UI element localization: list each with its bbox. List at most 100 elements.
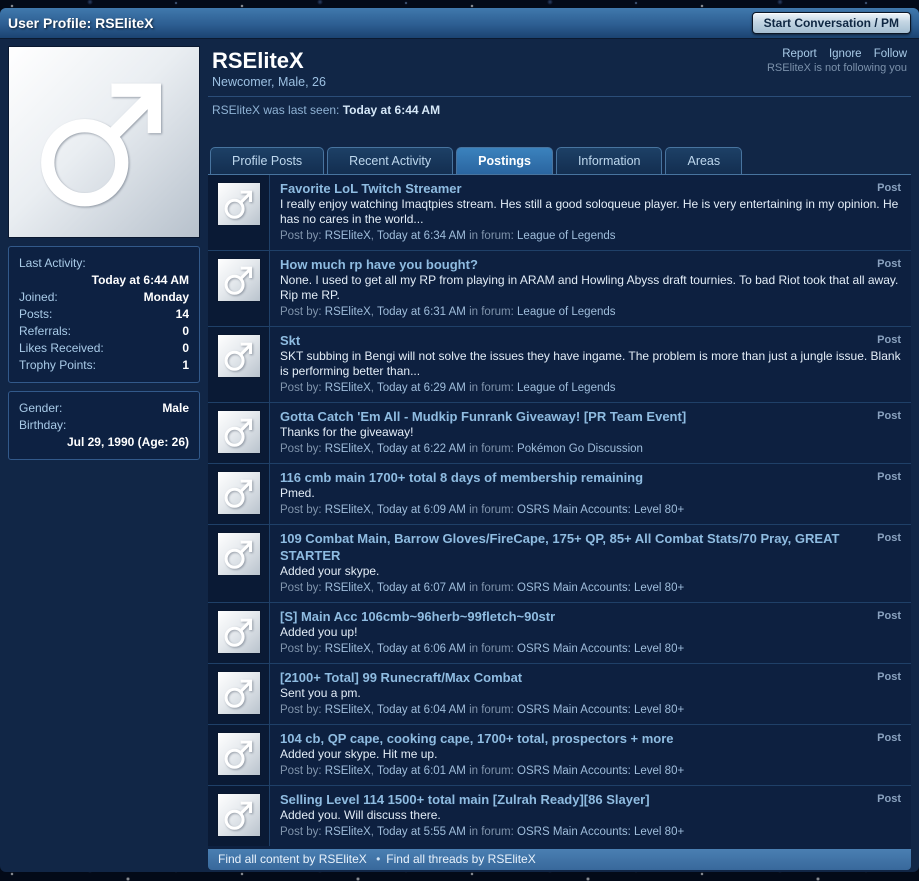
post-body-snippet: SKT subbing in Bengi will not solve the … — [280, 349, 901, 378]
post-title-link[interactable]: 109 Combat Main, Barrow Gloves/FireCape,… — [280, 530, 901, 564]
post-forum-link[interactable]: OSRS Main Accounts: Level 80+ — [517, 826, 684, 838]
profile-action-link[interactable]: Report — [782, 48, 817, 60]
footer-link[interactable]: Find all threads by RSEliteX — [386, 852, 535, 866]
post-time-link[interactable]: Today at 6:07 AM — [377, 582, 466, 594]
footer-item: • Find all threads by RSEliteX — [370, 852, 536, 866]
post-title-link[interactable]: Favorite LoL Twitch Streamer — [280, 180, 901, 197]
post-type-badge: Post — [877, 732, 901, 744]
post-title-link[interactable]: [S] Main Acc 106cmb~96herb~99fletch~90st… — [280, 608, 901, 625]
post-title-link[interactable]: Selling Level 114 1500+ total main [Zulr… — [280, 791, 901, 808]
start-conversation-button[interactable]: Start Conversation / PM — [751, 12, 911, 34]
post-forum-link[interactable]: OSRS Main Accounts: Level 80+ — [517, 504, 684, 516]
post-author-link[interactable]: RSEliteX — [325, 582, 371, 594]
post-author-link[interactable]: RSEliteX — [325, 230, 371, 242]
post-author-avatar[interactable] — [217, 793, 261, 837]
post-meta-prefix: Post by: — [280, 230, 322, 242]
post-type-badge: Post — [877, 258, 901, 270]
post-forum-link[interactable]: League of Legends — [517, 382, 615, 394]
post-row: Post 109 Combat Main, Barrow Gloves/Fire… — [208, 524, 911, 602]
post-time-link[interactable]: Today at 6:04 AM — [377, 704, 466, 716]
post-forum-link[interactable]: League of Legends — [517, 230, 615, 242]
tab[interactable]: Areas — [665, 147, 743, 174]
post-meta-prefix: Post by: — [280, 582, 322, 594]
post-content: Post Gotta Catch 'Em All - Mudkip Funran… — [270, 403, 911, 463]
post-author-link[interactable]: RSEliteX — [325, 382, 371, 394]
post-author-link[interactable]: RSEliteX — [325, 504, 371, 516]
post-author-link[interactable]: RSEliteX — [325, 826, 371, 838]
stat-label: Posts: — [19, 307, 53, 321]
post-meta-line: Post by: RSEliteX, Today at 6:31 AM in f… — [280, 305, 901, 320]
profile-sidebar: Last Activity: Today at 6:44 AM Joined: … — [8, 46, 200, 870]
stat-value: Monday — [143, 290, 189, 304]
post-row: Post [S] Main Acc 106cmb~96herb~99fletch… — [208, 602, 911, 663]
last-activity-value: Today at 6:44 AM — [91, 273, 189, 287]
post-meta-prefix: Post by: — [280, 826, 322, 838]
post-time-link[interactable]: Today at 6:09 AM — [377, 504, 466, 516]
post-forum-label: in forum: — [469, 582, 514, 594]
tab[interactable]: Profile Posts — [210, 147, 325, 174]
male-gender-icon — [222, 676, 256, 710]
post-title-link[interactable]: How much rp have you bought? — [280, 256, 901, 273]
male-gender-icon — [30, 68, 178, 216]
post-title-link[interactable]: [2100+ Total] 99 Runecraft/Max Combat — [280, 669, 901, 686]
post-forum-link[interactable]: OSRS Main Accounts: Level 80+ — [517, 582, 684, 594]
stat-value: 0 — [182, 341, 189, 355]
post-body-snippet: Added you. Will discuss there. — [280, 808, 441, 822]
post-time-link[interactable]: Today at 5:55 AM — [377, 826, 466, 838]
profile-action-link[interactable]: Ignore — [829, 48, 862, 60]
profile-avatar[interactable] — [8, 46, 200, 238]
post-author-avatar[interactable] — [217, 732, 261, 776]
post-title-link[interactable]: 116 cmb main 1700+ total 8 days of membe… — [280, 469, 901, 486]
post-forum-link[interactable]: OSRS Main Accounts: Level 80+ — [517, 643, 684, 655]
post-time-link[interactable]: Today at 6:31 AM — [377, 306, 466, 318]
post-row: Post 116 cmb main 1700+ total 8 days of … — [208, 463, 911, 524]
post-forum-link[interactable]: League of Legends — [517, 306, 615, 318]
tab[interactable]: Postings — [456, 147, 553, 174]
tab[interactable]: Information — [555, 147, 663, 174]
post-author-avatar[interactable] — [217, 610, 261, 654]
post-title-link[interactable]: Skt — [280, 332, 901, 349]
post-forum-label: in forum: — [469, 443, 514, 455]
following-note: RSEliteX is not following you — [766, 62, 907, 74]
male-gender-icon — [222, 187, 256, 221]
post-body-snippet: I really enjoy watching Imaqtpies stream… — [280, 197, 899, 226]
post-author-link[interactable]: RSEliteX — [325, 765, 371, 777]
post-author-avatar[interactable] — [217, 532, 261, 576]
post-body-snippet: Pmed. — [280, 486, 315, 500]
footer-link[interactable]: Find all content by RSEliteX — [218, 852, 367, 866]
post-title-link[interactable]: Gotta Catch 'Em All - Mudkip Funrank Giv… — [280, 408, 901, 425]
last-seen-value[interactable]: Today at 6:44 AM — [343, 103, 440, 117]
post-author-link[interactable]: RSEliteX — [325, 704, 371, 716]
post-forum-link[interactable]: OSRS Main Accounts: Level 80+ — [517, 765, 684, 777]
meta-comma: , — [370, 643, 374, 655]
male-gender-icon — [222, 415, 256, 449]
post-author-link[interactable]: RSEliteX — [325, 443, 371, 455]
profile-action-link[interactable]: Follow — [874, 48, 907, 60]
footer-separator: • — [376, 852, 381, 866]
last-seen-bar: RSEliteX was last seen: Today at 6:44 AM — [208, 96, 911, 117]
post-meta-prefix: Post by: — [280, 765, 322, 777]
post-time-link[interactable]: Today at 6:34 AM — [377, 230, 466, 242]
post-author-link[interactable]: RSEliteX — [325, 643, 371, 655]
stat-row: Likes Received: 0 — [19, 340, 189, 357]
post-content: Post Selling Level 114 1500+ total main … — [270, 786, 911, 846]
post-title-link[interactable]: 104 cb, QP cape, cooking cape, 1700+ tot… — [280, 730, 901, 747]
post-author-avatar[interactable] — [217, 258, 261, 302]
post-author-avatar[interactable] — [217, 334, 261, 378]
post-row: Post [2100+ Total] 99 Runecraft/Max Comb… — [208, 663, 911, 724]
post-author-avatar[interactable] — [217, 410, 261, 454]
post-time-link[interactable]: Today at 6:06 AM — [377, 643, 466, 655]
post-type-badge: Post — [877, 182, 901, 194]
post-time-link[interactable]: Today at 6:22 AM — [377, 443, 466, 455]
post-time-link[interactable]: Today at 6:29 AM — [377, 382, 466, 394]
post-author-avatar[interactable] — [217, 471, 261, 515]
post-time-link[interactable]: Today at 6:01 AM — [377, 765, 466, 777]
post-row: Post Favorite LoL Twitch Streamer I real… — [208, 175, 911, 250]
stat-label: Gender: — [19, 401, 63, 415]
post-forum-link[interactable]: Pokémon Go Discussion — [517, 443, 643, 455]
tab[interactable]: Recent Activity — [327, 147, 454, 174]
post-author-avatar[interactable] — [217, 671, 261, 715]
post-forum-link[interactable]: OSRS Main Accounts: Level 80+ — [517, 704, 684, 716]
post-author-link[interactable]: RSEliteX — [325, 306, 371, 318]
post-author-avatar[interactable] — [217, 182, 261, 226]
